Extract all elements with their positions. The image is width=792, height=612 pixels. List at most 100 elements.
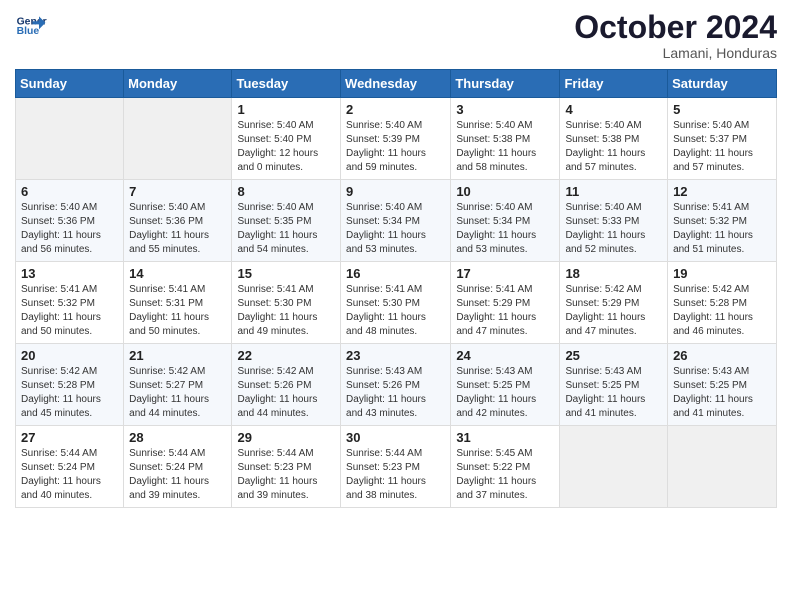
calendar-cell: 27 Sunrise: 5:44 AMSunset: 5:24 PMDayligh…	[16, 426, 124, 508]
day-info: Sunrise: 5:40 AMSunset: 5:37 PMDaylight:…	[673, 119, 771, 175]
day-info: Sunrise: 5:41 AMSunset: 5:29 PMDaylight:…	[456, 283, 554, 339]
day-number: 23	[346, 348, 445, 363]
day-info: Sunrise: 5:40 AMSunset: 5:38 PMDaylight:…	[565, 119, 662, 175]
day-number: 4	[565, 102, 662, 117]
day-number: 15	[237, 266, 335, 281]
calendar-cell: 6Sunrise: 5:40 AMSunset: 5:36 PMDaylight…	[16, 180, 124, 262]
calendar-cell: 2 Sunrise: 5:40 AMSunset: 5:39 PMDaylight…	[341, 98, 451, 180]
day-number: 10	[456, 184, 554, 199]
day-info: Sunrise: 5:43 AMSunset: 5:26 PMDaylight:…	[346, 365, 445, 421]
calendar-cell: 14Sunrise: 5:41 AMSunset: 5:31 PMDayligh…	[124, 262, 232, 344]
title-section: October 2024 Lamani, Honduras	[574, 10, 777, 61]
day-number: 26	[673, 348, 771, 363]
calendar-header-row: Sunday Monday Tuesday Wednesday Thursday…	[16, 70, 777, 98]
day-info: Sunrise: 5:43 AMSunset: 5:25 PMDaylight:…	[456, 365, 554, 421]
day-info: Sunrise: 5:40 AMSunset: 5:34 PMDaylight:…	[346, 201, 445, 257]
day-info: Sunrise: 5:41 AMSunset: 5:30 PMDaylight:…	[346, 283, 445, 339]
day-number: 2	[346, 102, 445, 117]
calendar-cell: 31 Sunrise: 5:45 AMSunset: 5:22 PMDayligh…	[451, 426, 560, 508]
logo: General Blue	[15, 10, 47, 42]
calendar-cell: 1Sunrise: 5:40 AMSunset: 5:40 PMDaylight…	[232, 98, 341, 180]
calendar-container: General Blue October 2024 Lamani, Hondur…	[0, 0, 792, 518]
logo-icon: General Blue	[15, 10, 47, 42]
col-thursday: Thursday	[451, 70, 560, 98]
calendar-cell: 30 Sunrise: 5:44 AMSunset: 5:23 PMDayligh…	[341, 426, 451, 508]
calendar-cell: 18 Sunrise: 5:42 AMSunset: 5:29 PMDayligh…	[560, 262, 668, 344]
day-number: 27	[21, 430, 118, 445]
day-info: Sunrise: 5:40 AMSunset: 5:34 PMDaylight:…	[456, 201, 554, 257]
calendar-cell: 15 Sunrise: 5:41 AMSunset: 5:30 PMDayligh…	[232, 262, 341, 344]
day-info: Sunrise: 5:42 AMSunset: 5:29 PMDaylight:…	[565, 283, 662, 339]
calendar-cell: 17Sunrise: 5:41 AMSunset: 5:29 PMDayligh…	[451, 262, 560, 344]
day-info: Sunrise: 5:44 AMSunset: 5:23 PMDaylight:…	[346, 447, 445, 503]
month-title: October 2024	[574, 10, 777, 45]
day-number: 13	[21, 266, 118, 281]
calendar-cell: 28 Sunrise: 5:44 AMSunset: 5:24 PMDayligh…	[124, 426, 232, 508]
day-number: 25	[565, 348, 662, 363]
day-number: 29	[237, 430, 335, 445]
day-number: 21	[129, 348, 226, 363]
calendar-cell: 5 Sunrise: 5:40 AMSunset: 5:37 PMDaylight…	[668, 98, 777, 180]
day-info: Sunrise: 5:43 AMSunset: 5:25 PMDaylight:…	[565, 365, 662, 421]
calendar-week-row: 1Sunrise: 5:40 AMSunset: 5:40 PMDaylight…	[16, 98, 777, 180]
day-info: Sunrise: 5:40 AMSunset: 5:38 PMDaylight:…	[456, 119, 554, 175]
calendar-cell	[124, 98, 232, 180]
col-sunday: Sunday	[16, 70, 124, 98]
day-number: 18	[565, 266, 662, 281]
header: General Blue October 2024 Lamani, Hondur…	[15, 10, 777, 61]
day-number: 5	[673, 102, 771, 117]
day-info: Sunrise: 5:44 AMSunset: 5:24 PMDaylight:…	[21, 447, 118, 503]
day-number: 19	[673, 266, 771, 281]
day-info: Sunrise: 5:40 AMSunset: 5:33 PMDaylight:…	[565, 201, 662, 257]
calendar-cell	[560, 426, 668, 508]
day-number: 16	[346, 266, 445, 281]
day-info: Sunrise: 5:40 AMSunset: 5:35 PMDaylight:…	[237, 201, 335, 257]
calendar-cell: 7 Sunrise: 5:40 AMSunset: 5:36 PMDaylight…	[124, 180, 232, 262]
day-number: 7	[129, 184, 226, 199]
calendar-cell: 25 Sunrise: 5:43 AMSunset: 5:25 PMDayligh…	[560, 344, 668, 426]
day-info: Sunrise: 5:40 AMSunset: 5:36 PMDaylight:…	[21, 201, 118, 257]
day-number: 11	[565, 184, 662, 199]
calendar-cell: 11 Sunrise: 5:40 AMSunset: 5:33 PMDayligh…	[560, 180, 668, 262]
day-info: Sunrise: 5:42 AMSunset: 5:27 PMDaylight:…	[129, 365, 226, 421]
calendar-cell: 10 Sunrise: 5:40 AMSunset: 5:34 PMDayligh…	[451, 180, 560, 262]
col-tuesday: Tuesday	[232, 70, 341, 98]
day-number: 20	[21, 348, 118, 363]
calendar-cell: 4 Sunrise: 5:40 AMSunset: 5:38 PMDaylight…	[560, 98, 668, 180]
calendar-table: Sunday Monday Tuesday Wednesday Thursday…	[15, 69, 777, 508]
calendar-cell: 8 Sunrise: 5:40 AMSunset: 5:35 PMDaylight…	[232, 180, 341, 262]
day-info: Sunrise: 5:44 AMSunset: 5:24 PMDaylight:…	[129, 447, 226, 503]
location: Lamani, Honduras	[574, 45, 777, 61]
day-info: Sunrise: 5:45 AMSunset: 5:22 PMDaylight:…	[456, 447, 554, 503]
day-info: Sunrise: 5:44 AMSunset: 5:23 PMDaylight:…	[237, 447, 335, 503]
calendar-cell: 20 Sunrise: 5:42 AMSunset: 5:28 PMDayligh…	[16, 344, 124, 426]
day-number: 28	[129, 430, 226, 445]
col-monday: Monday	[124, 70, 232, 98]
day-number: 12	[673, 184, 771, 199]
calendar-cell: 24 Sunrise: 5:43 AMSunset: 5:25 PMDayligh…	[451, 344, 560, 426]
day-info: Sunrise: 5:42 AMSunset: 5:26 PMDaylight:…	[237, 365, 335, 421]
calendar-cell: 29 Sunrise: 5:44 AMSunset: 5:23 PMDayligh…	[232, 426, 341, 508]
day-number: 24	[456, 348, 554, 363]
day-number: 8	[237, 184, 335, 199]
day-info: Sunrise: 5:40 AMSunset: 5:40 PMDaylight:…	[237, 119, 335, 175]
day-number: 30	[346, 430, 445, 445]
col-wednesday: Wednesday	[341, 70, 451, 98]
day-info: Sunrise: 5:42 AMSunset: 5:28 PMDaylight:…	[21, 365, 118, 421]
day-info: Sunrise: 5:42 AMSunset: 5:28 PMDaylight:…	[673, 283, 771, 339]
day-info: Sunrise: 5:41 AMSunset: 5:32 PMDaylight:…	[21, 283, 118, 339]
day-number: 14	[129, 266, 226, 281]
day-number: 31	[456, 430, 554, 445]
svg-text:Blue: Blue	[17, 26, 40, 37]
calendar-cell: 19 Sunrise: 5:42 AMSunset: 5:28 PMDayligh…	[668, 262, 777, 344]
calendar-cell: 26Sunrise: 5:43 AMSunset: 5:25 PMDayligh…	[668, 344, 777, 426]
day-info: Sunrise: 5:41 AMSunset: 5:30 PMDaylight:…	[237, 283, 335, 339]
calendar-cell: 16 Sunrise: 5:41 AMSunset: 5:30 PMDayligh…	[341, 262, 451, 344]
day-info: Sunrise: 5:40 AMSunset: 5:39 PMDaylight:…	[346, 119, 445, 175]
calendar-cell: 9Sunrise: 5:40 AMSunset: 5:34 PMDaylight…	[341, 180, 451, 262]
calendar-cell	[668, 426, 777, 508]
calendar-cell: 13 Sunrise: 5:41 AMSunset: 5:32 PMDayligh…	[16, 262, 124, 344]
day-info: Sunrise: 5:40 AMSunset: 5:36 PMDaylight:…	[129, 201, 226, 257]
calendar-week-row: 20 Sunrise: 5:42 AMSunset: 5:28 PMDayligh…	[16, 344, 777, 426]
calendar-cell	[16, 98, 124, 180]
